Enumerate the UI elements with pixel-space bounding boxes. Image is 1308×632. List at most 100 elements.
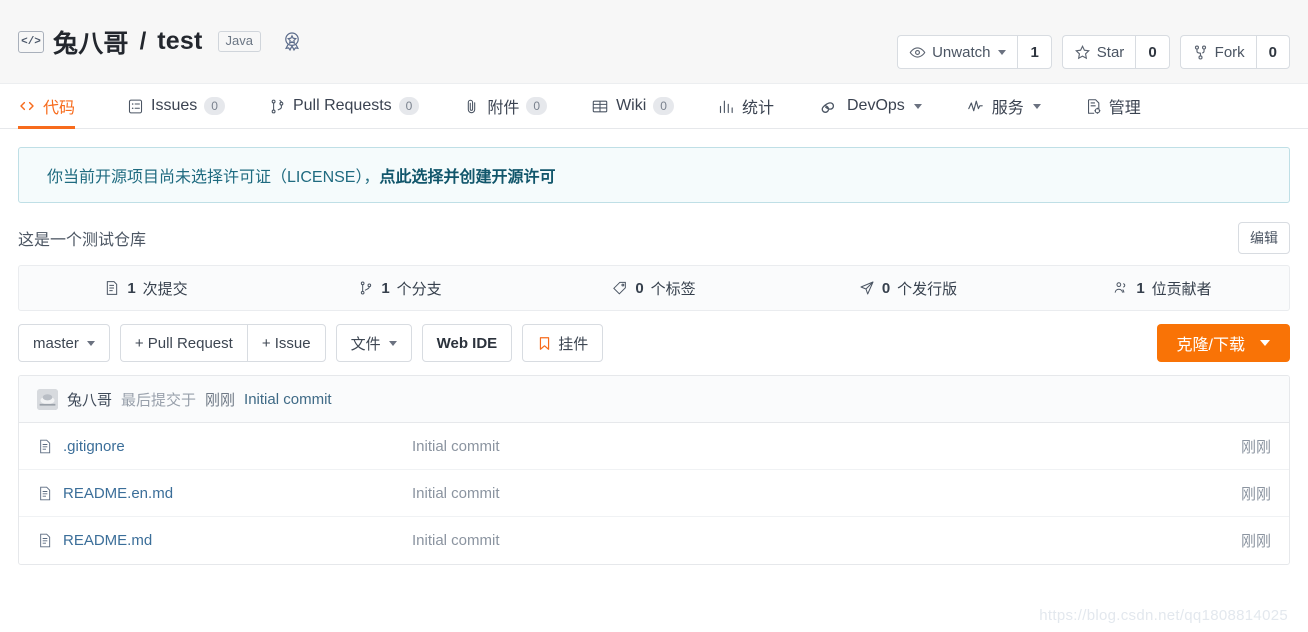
stat-contributors-label: 位贡献者 — [1151, 280, 1212, 298]
repo-header-actions: Unwatch 1 Star 0 Fork 0 — [897, 35, 1290, 69]
tab-issues-label: Issues — [151, 97, 198, 114]
edit-description-button[interactable]: 编辑 — [1238, 222, 1290, 254]
repo-title-separator: / — [139, 27, 147, 55]
repo-name-link[interactable]: test — [157, 27, 202, 56]
tab-devops-label: DevOps — [846, 97, 905, 114]
chevron-down-icon — [388, 340, 397, 346]
file-icon — [37, 532, 53, 549]
stat-releases-count: 0 — [881, 279, 891, 297]
stat-releases-label: 个发行版 — [897, 280, 958, 298]
code-icon — [18, 97, 36, 115]
tab-issues[interactable]: Issues 0 — [105, 84, 247, 128]
branch-icon — [358, 280, 374, 296]
repo-description-row: 这是一个测试仓库 编辑 — [18, 222, 1290, 254]
stat-contributors-count: 1 — [1136, 279, 1145, 297]
tab-wiki-label: Wiki — [616, 97, 647, 114]
license-notice-text: 你当前开源项目尚未选择许可证（LICENSE）， — [47, 169, 380, 186]
tab-attachments[interactable]: 附件 0 — [441, 84, 569, 128]
web-ide-button[interactable]: Web IDE — [421, 324, 513, 362]
file-name-link[interactable]: README.en.md — [63, 485, 173, 502]
fork-button-group[interactable]: Fork 0 — [1179, 35, 1290, 69]
fork-button[interactable]: Fork — [1179, 35, 1256, 69]
table-row[interactable]: README.en.md Initial commit 刚刚 — [19, 470, 1289, 517]
pulse-icon — [966, 98, 985, 115]
repo-description-text: 这是一个测试仓库 — [18, 232, 147, 249]
watch-button-group[interactable]: Unwatch 1 — [897, 35, 1052, 69]
watermark-text: https://blog.csdn.net/qq1808814025 — [1039, 607, 1288, 624]
avatar[interactable] — [37, 388, 58, 410]
table-row[interactable]: README.md Initial commit 刚刚 — [19, 517, 1289, 564]
tab-pull-requests[interactable]: Pull Requests 0 — [247, 84, 441, 128]
repository-page: </> 兔八哥 / test Java Unwatch 1 Star 0 For… — [0, 0, 1308, 632]
star-button-group[interactable]: Star 0 — [1061, 35, 1170, 69]
new-pull-request-button[interactable]: + Pull Request — [119, 324, 247, 362]
star-count[interactable]: 0 — [1135, 35, 1170, 69]
stat-commits-count: 1 — [127, 279, 136, 297]
infinity-icon — [818, 98, 840, 114]
table-row[interactable]: .gitignore Initial commit 刚刚 — [19, 423, 1289, 470]
tab-wiki-count: 0 — [653, 96, 674, 116]
tab-manage[interactable]: 管理 — [1063, 84, 1163, 128]
stat-releases[interactable]: 0 个发行版 — [781, 278, 1035, 299]
unwatch-button[interactable]: Unwatch — [897, 35, 1018, 69]
fork-count[interactable]: 0 — [1255, 35, 1290, 69]
tab-attachments-count: 0 — [526, 96, 548, 116]
chevron-down-icon — [913, 103, 922, 109]
tab-statistics-label: 统计 — [741, 100, 774, 117]
stat-contributors[interactable]: 1 位贡献者 — [1035, 278, 1289, 299]
widget-label: 挂件 — [558, 335, 589, 353]
clone-download-label: 克隆/下载 — [1176, 337, 1245, 354]
tab-code[interactable]: 代码 — [18, 84, 105, 129]
file-icon — [37, 438, 53, 455]
star-button[interactable]: Star — [1061, 35, 1136, 69]
files-menu-button[interactable]: 文件 — [335, 324, 412, 362]
repo-nav-tabs: 代码 Issues 0 Pull Requests 0 附件 0 Wiki 0 … — [0, 84, 1308, 129]
stat-commits[interactable]: 1 次提交 — [19, 278, 273, 299]
tab-services[interactable]: 服务 — [944, 84, 1063, 128]
tab-services-label: 服务 — [991, 100, 1024, 117]
commit-message-link[interactable]: Initial commit — [244, 391, 332, 408]
repo-owner-link[interactable]: 兔八哥 — [53, 24, 129, 60]
clone-download-button[interactable]: 克隆/下载 — [1156, 324, 1290, 362]
star-icon — [1074, 44, 1091, 61]
watch-count[interactable]: 1 — [1017, 35, 1052, 69]
issue-list-icon — [127, 98, 144, 115]
tab-pull-requests-label: Pull Requests — [292, 97, 392, 114]
license-create-link[interactable]: 点此选择并创建开源许可 — [379, 163, 555, 187]
stat-branches[interactable]: 1 个分支 — [273, 278, 527, 299]
tab-attachments-label: 附件 — [487, 100, 520, 117]
settings-doc-icon — [1085, 98, 1102, 115]
branch-selector-button[interactable]: master — [18, 324, 110, 362]
stat-tags[interactable]: 0 个标签 — [527, 278, 781, 299]
fork-label: Fork — [1214, 43, 1245, 61]
file-name-link[interactable]: .gitignore — [63, 438, 125, 455]
release-icon — [859, 280, 875, 296]
file-time: 刚刚 — [1240, 485, 1271, 503]
chevron-down-icon — [1260, 340, 1270, 346]
widget-button[interactable]: 挂件 — [522, 324, 604, 362]
tab-devops[interactable]: DevOps — [796, 84, 944, 128]
pull-request-icon — [269, 98, 286, 115]
new-issue-button[interactable]: + Issue — [246, 324, 326, 362]
language-tag: Java — [217, 30, 262, 53]
stat-tags-label: 个标签 — [650, 280, 696, 298]
tab-pull-requests-count: 0 — [398, 96, 420, 116]
paperclip-icon — [463, 98, 480, 115]
file-time: 刚刚 — [1240, 533, 1271, 550]
medal-star-icon[interactable] — [280, 30, 304, 54]
bookmark-icon — [537, 335, 552, 352]
tab-issues-count: 0 — [204, 96, 225, 116]
file-commit-message: Initial commit — [412, 484, 500, 502]
file-time: 刚刚 — [1240, 438, 1271, 456]
commit-time: 刚刚 — [205, 391, 236, 409]
star-label: Star — [1096, 43, 1125, 61]
tab-wiki[interactable]: Wiki 0 — [569, 84, 696, 128]
chart-icon — [718, 98, 735, 115]
tab-code-label: 代码 — [43, 100, 76, 117]
commit-author-link[interactable]: 兔八哥 — [67, 389, 112, 410]
file-name-link[interactable]: README.md — [63, 532, 152, 549]
file-name-cell: .gitignore — [37, 438, 412, 455]
code-badge-icon: </> — [18, 30, 44, 53]
repo-title: </> 兔八哥 / test Java — [18, 24, 304, 60]
tab-statistics[interactable]: 统计 — [696, 84, 796, 128]
